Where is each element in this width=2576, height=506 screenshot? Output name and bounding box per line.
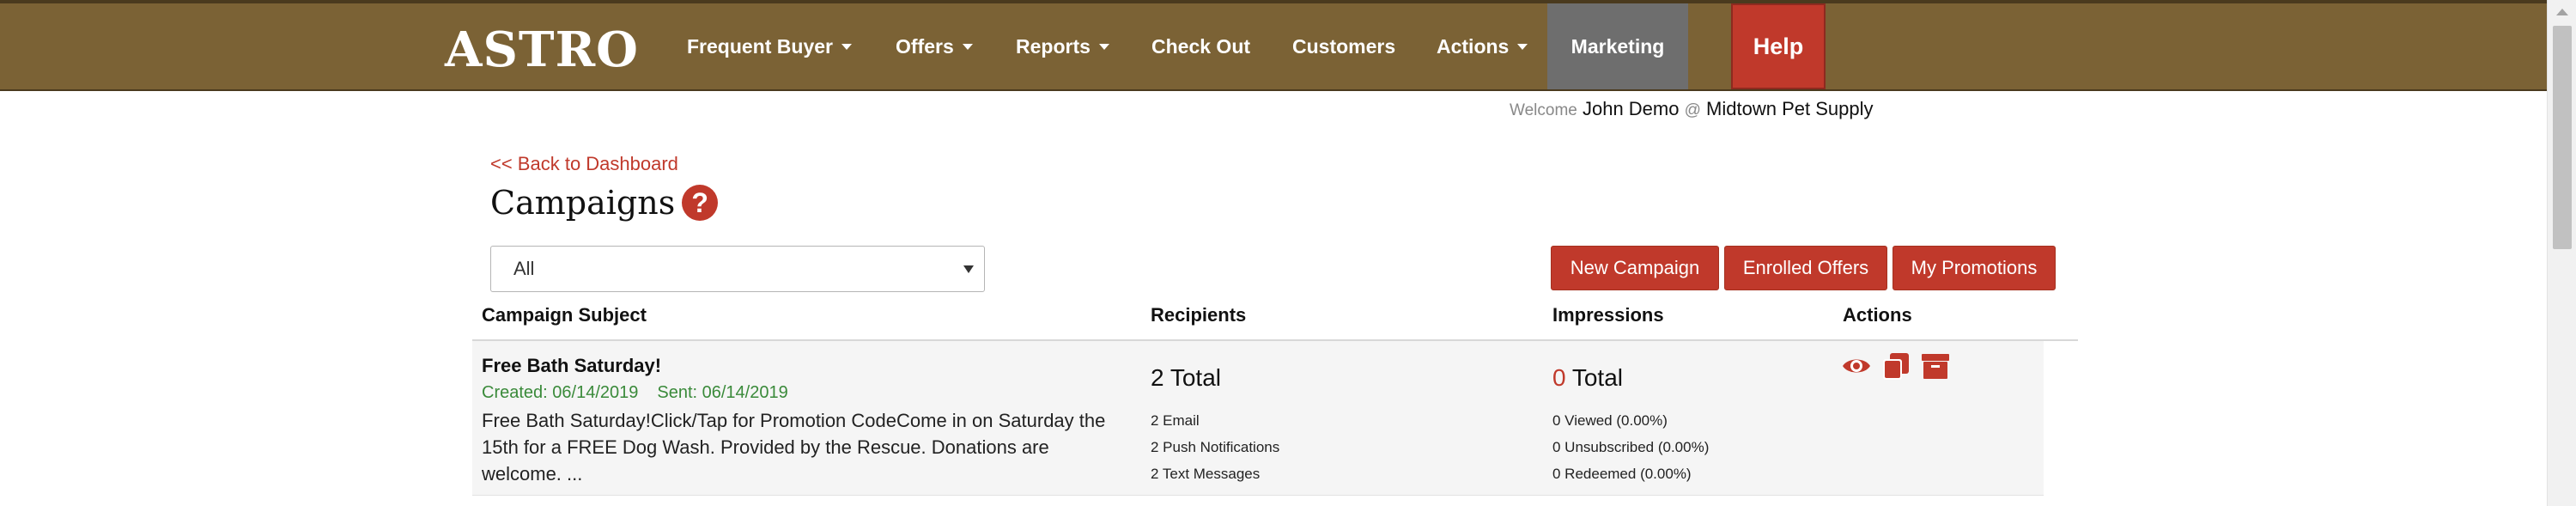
header-actions: Actions bbox=[1843, 304, 1912, 326]
campaign-preview-text: Free Bath Saturday!Click/Tap for Promoti… bbox=[482, 410, 1106, 485]
chevron-down-icon bbox=[1517, 43, 1528, 50]
impressions-unsubscribed: 0 Unsubscribed (0.00%) bbox=[1552, 439, 1710, 455]
page-title: Campaigns ? bbox=[490, 184, 719, 222]
scroll-up-arrow-icon[interactable] bbox=[2556, 9, 2568, 15]
vertical-scrollbar[interactable] bbox=[2547, 0, 2576, 506]
nav-reports[interactable]: Reports bbox=[1016, 3, 1109, 89]
welcome-bar: Welcome John Demo @ Midtown Pet Supply bbox=[1510, 98, 1873, 120]
campaign-sent-date: Sent: 06/14/2019 bbox=[657, 383, 788, 402]
page-title-text: Campaigns bbox=[490, 184, 676, 222]
campaign-subject[interactable]: Free Bath Saturday! bbox=[482, 355, 661, 377]
nav-check-out-label: Check Out bbox=[1151, 34, 1251, 58]
campaign-dates: Created: 06/14/2019 Sent: 06/14/2019 bbox=[482, 383, 788, 403]
nav-customers-label: Customers bbox=[1292, 34, 1396, 58]
recipients-total: 2 Total bbox=[1151, 364, 1221, 391]
enrolled-offers-button[interactable]: Enrolled Offers bbox=[1724, 246, 1887, 290]
impressions-total-label: Total bbox=[1565, 364, 1623, 391]
welcome-at: @ bbox=[1684, 101, 1701, 119]
impressions-redeemed: 0 Redeemed (0.00%) bbox=[1552, 466, 1692, 482]
impressions-viewed: 0 Viewed (0.00%) bbox=[1552, 412, 1668, 429]
campaign-filter-value: All bbox=[513, 258, 535, 279]
my-promotions-button[interactable]: My Promotions bbox=[1893, 246, 2056, 290]
impressions-total: 0 Total bbox=[1552, 364, 1623, 392]
archive-icon[interactable] bbox=[1920, 351, 1951, 381]
recipients-text: 2 Text Messages bbox=[1151, 466, 1261, 482]
top-navbar: ASTRO Frequent Buyer Offers Reports Chec… bbox=[0, 0, 2547, 91]
help-button[interactable]: Help bbox=[1731, 3, 1826, 89]
chevron-down-icon bbox=[841, 43, 852, 50]
nav-actions-label: Actions bbox=[1437, 34, 1510, 58]
scrollbar-thumb[interactable] bbox=[2553, 26, 2572, 249]
header-campaign-subject: Campaign Subject bbox=[482, 304, 647, 326]
header-recipients: Recipients bbox=[1151, 304, 1247, 326]
copy-icon[interactable] bbox=[1880, 351, 1911, 381]
nav-offers[interactable]: Offers bbox=[896, 3, 973, 89]
dropdown-arrow-icon bbox=[963, 265, 974, 273]
header-impressions: Impressions bbox=[1552, 304, 1664, 326]
welcome-store: Midtown Pet Supply bbox=[1706, 98, 1874, 119]
nav-marketing[interactable]: Marketing bbox=[1547, 3, 1688, 89]
nav-check-out[interactable]: Check Out bbox=[1151, 3, 1250, 89]
recipients-push: 2 Push Notifications bbox=[1151, 439, 1280, 455]
nav-customers[interactable]: Customers bbox=[1292, 3, 1395, 89]
nav-frequent-buyer-label: Frequent Buyer bbox=[687, 34, 833, 58]
campaign-filter-select[interactable]: All bbox=[490, 246, 985, 292]
nav-actions[interactable]: Actions bbox=[1437, 3, 1528, 89]
welcome-prefix: Welcome bbox=[1510, 101, 1577, 119]
welcome-user: John Demo bbox=[1582, 98, 1680, 119]
chevron-down-icon bbox=[962, 43, 973, 50]
recipients-email: 2 Email bbox=[1151, 412, 1200, 429]
help-circle-icon[interactable]: ? bbox=[682, 185, 719, 221]
campaign-created-date: Created: 06/14/2019 bbox=[482, 383, 639, 402]
nav-frequent-buyer[interactable]: Frequent Buyer bbox=[687, 3, 852, 89]
nav-reports-label: Reports bbox=[1016, 34, 1091, 58]
impressions-count: 0 bbox=[1552, 364, 1566, 391]
eye-icon[interactable] bbox=[1841, 351, 1872, 381]
astro-logo[interactable]: ASTRO bbox=[445, 26, 639, 74]
back-to-dashboard-link[interactable]: << Back to Dashboard bbox=[490, 153, 678, 175]
nav-offers-label: Offers bbox=[896, 34, 954, 58]
chevron-down-icon bbox=[1098, 43, 1109, 50]
new-campaign-button[interactable]: New Campaign bbox=[1551, 246, 1719, 290]
